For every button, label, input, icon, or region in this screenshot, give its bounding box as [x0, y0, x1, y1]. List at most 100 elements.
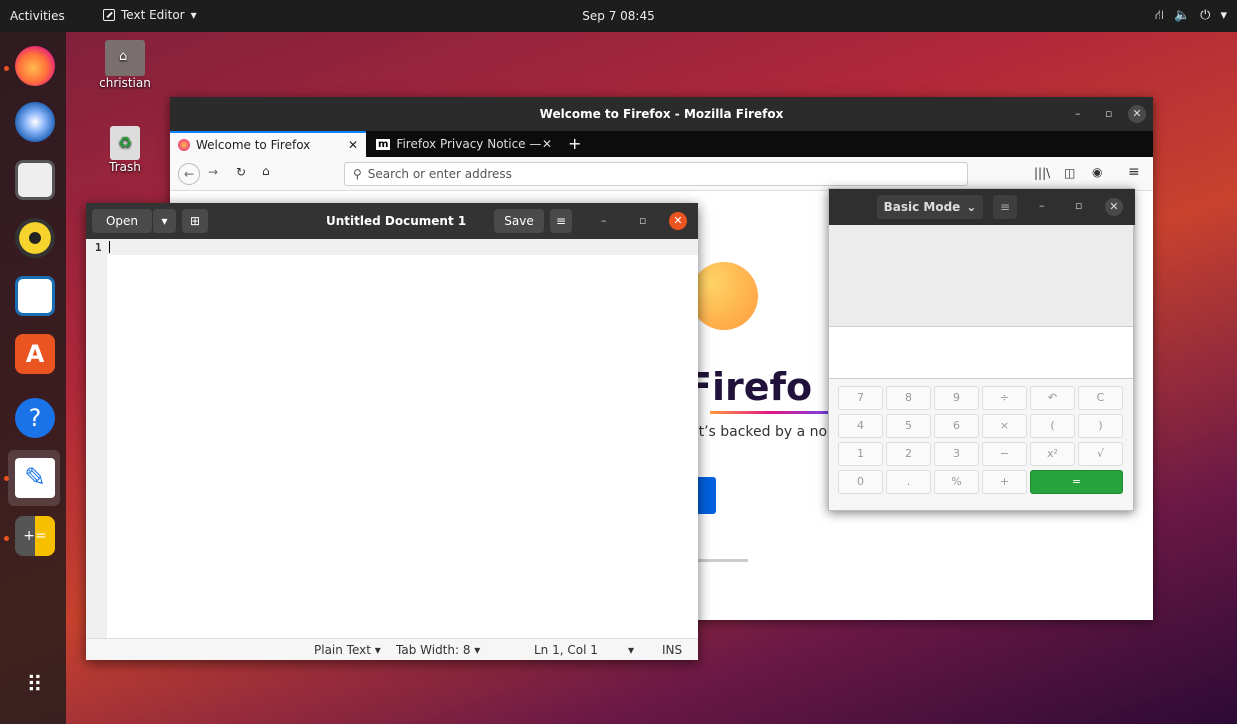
- key-plus[interactable]: +: [982, 470, 1027, 494]
- chevron-down-icon: ▾: [161, 214, 168, 228]
- key-7[interactable]: 7: [838, 386, 883, 410]
- mode-selector[interactable]: Basic Mode ⌄: [877, 195, 983, 219]
- close-button[interactable]: ✕: [1105, 198, 1123, 216]
- home-folder-icon: ⌂: [105, 40, 145, 76]
- key-9[interactable]: 9: [934, 386, 979, 410]
- calculator-icon[interactable]: +=: [15, 516, 55, 556]
- account-icon[interactable]: ◉: [1092, 165, 1102, 179]
- open-button[interactable]: Open: [92, 209, 152, 233]
- key-decimal[interactable]: .: [886, 470, 931, 494]
- clock[interactable]: Sep 7 08:45: [0, 9, 1237, 23]
- text-area[interactable]: [107, 255, 698, 638]
- firefox-titlebar[interactable]: Welcome to Firefox - Mozilla Firefox: [170, 97, 1153, 131]
- text-editor-icon[interactable]: ✎: [15, 458, 55, 498]
- close-icon: ✕: [1105, 198, 1123, 216]
- key-3[interactable]: 3: [934, 442, 979, 466]
- key-minus[interactable]: −: [982, 442, 1027, 466]
- key-2[interactable]: 2: [886, 442, 931, 466]
- url-placeholder: Search or enter address: [367, 167, 512, 181]
- maximize-icon[interactable]: ▫: [1075, 199, 1082, 212]
- menu-icon[interactable]: ≡: [1128, 164, 1140, 180]
- save-button[interactable]: Save: [494, 209, 544, 233]
- display-input[interactable]: [829, 327, 1133, 379]
- top-bar: Activities Text Editor ▾ Sep 7 08:45 ⛙ 🔈…: [0, 0, 1237, 32]
- tab-width-label: Tab Width: 8: [396, 643, 471, 657]
- library-icon[interactable]: |||\: [1034, 166, 1050, 180]
- desktop-home-label: christian: [99, 76, 151, 90]
- key-percent[interactable]: %: [934, 470, 979, 494]
- tab-privacy-notice[interactable]: m Firefox Privacy Notice — ✕: [368, 131, 558, 157]
- document-title: Untitled Document 1: [326, 214, 467, 228]
- menu-icon[interactable]: ≡: [993, 195, 1017, 219]
- page-subtext: at’s backed by a no: [690, 424, 828, 440]
- close-tab-icon[interactable]: ✕: [348, 138, 358, 152]
- calculator-headerbar[interactable]: Basic Mode ⌄ ≡ – ▫ ✕: [829, 189, 1135, 225]
- desktop-trash-label: Trash: [109, 160, 141, 174]
- show-apps-icon[interactable]: ⠿: [15, 666, 55, 706]
- search-icon: ⚲: [353, 167, 362, 181]
- desktop-home-folder[interactable]: ⌂ christian: [95, 40, 155, 90]
- minimize-icon[interactable]: –: [1075, 107, 1081, 120]
- key-1[interactable]: 1: [838, 442, 883, 466]
- power-icon: ⏻: [1200, 8, 1211, 23]
- key-sqrt[interactable]: √: [1078, 442, 1123, 466]
- maximize-icon[interactable]: ▫: [639, 214, 646, 227]
- chevron-down-icon[interactable]: ▾: [628, 643, 634, 657]
- close-button[interactable]: ✕: [669, 212, 687, 230]
- key-clear[interactable]: C: [1078, 386, 1123, 410]
- volume-icon: 🔈: [1173, 8, 1191, 23]
- new-tab-button[interactable]: +: [568, 134, 581, 153]
- software-center-icon[interactable]: A: [15, 334, 55, 374]
- key-undo[interactable]: ↶: [1030, 386, 1075, 410]
- tab-width-selector[interactable]: Tab Width: 8 ▾: [396, 643, 480, 657]
- hamburger-menu-button[interactable]: ≡: [550, 209, 572, 233]
- sidebar-icon[interactable]: ◫: [1064, 166, 1075, 180]
- new-document-button[interactable]: ⊞: [182, 209, 208, 233]
- minimize-icon[interactable]: –: [1039, 199, 1045, 212]
- open-menu-button[interactable]: ▾: [152, 209, 176, 233]
- key-open-paren[interactable]: (: [1030, 414, 1075, 438]
- language-label: Plain Text: [314, 643, 371, 657]
- chevron-down-icon: ⌄: [966, 200, 977, 214]
- reload-icon[interactable]: ↻: [236, 165, 246, 179]
- desktop-trash[interactable]: ♻ Trash: [95, 126, 155, 174]
- key-8[interactable]: 8: [886, 386, 931, 410]
- key-square[interactable]: x²: [1030, 442, 1075, 466]
- line-number: 1: [95, 241, 102, 254]
- rhythmbox-icon[interactable]: [15, 218, 55, 258]
- firefox-logo: [690, 262, 758, 330]
- key-equals[interactable]: =: [1030, 470, 1123, 494]
- language-selector[interactable]: Plain Text ▾: [314, 643, 381, 657]
- system-tray[interactable]: ⛙ 🔈 ⏻ ▾: [1155, 8, 1227, 25]
- help-icon[interactable]: ?: [15, 398, 55, 438]
- firefox-icon[interactable]: [15, 46, 55, 86]
- key-divide[interactable]: ÷: [982, 386, 1027, 410]
- key-0[interactable]: 0: [838, 470, 883, 494]
- close-icon: ✕: [673, 214, 683, 227]
- keypad: 7 8 9 ÷ ↶ C 4 5 6 × ( ) 1 2 3 − x² √ 0 .…: [829, 379, 1133, 510]
- key-5[interactable]: 5: [886, 414, 931, 438]
- close-tab-icon[interactable]: ✕: [542, 137, 552, 151]
- minimize-icon[interactable]: –: [601, 214, 607, 227]
- text-editor-headerbar[interactable]: Open ▾ ⊞ Untitled Document 1 Save ≡ – ▫ …: [86, 203, 698, 239]
- home-icon[interactable]: ⌂: [262, 164, 270, 178]
- back-icon[interactable]: ←: [178, 163, 200, 185]
- key-4[interactable]: 4: [838, 414, 883, 438]
- key-multiply[interactable]: ×: [982, 414, 1027, 438]
- chevron-down-icon: ▾: [1220, 8, 1227, 23]
- maximize-icon[interactable]: ▫: [1105, 107, 1112, 120]
- files-icon[interactable]: [15, 160, 55, 200]
- save-button-label: Save: [504, 214, 534, 228]
- key-6[interactable]: 6: [934, 414, 979, 438]
- cursor-position[interactable]: Ln 1, Col 1: [534, 643, 598, 657]
- thunderbird-icon[interactable]: [15, 102, 55, 142]
- close-button[interactable]: ✕: [1128, 105, 1146, 123]
- insert-mode[interactable]: INS: [662, 643, 682, 657]
- key-close-paren[interactable]: ): [1078, 414, 1123, 438]
- forward-icon[interactable]: →: [208, 165, 218, 179]
- url-bar[interactable]: ⚲ Search or enter address: [344, 162, 968, 186]
- running-indicator: [4, 66, 9, 71]
- trash-icon: ♻: [110, 126, 140, 160]
- tab-welcome[interactable]: Welcome to Firefox ✕: [170, 131, 366, 157]
- libreoffice-writer-icon[interactable]: [15, 276, 55, 316]
